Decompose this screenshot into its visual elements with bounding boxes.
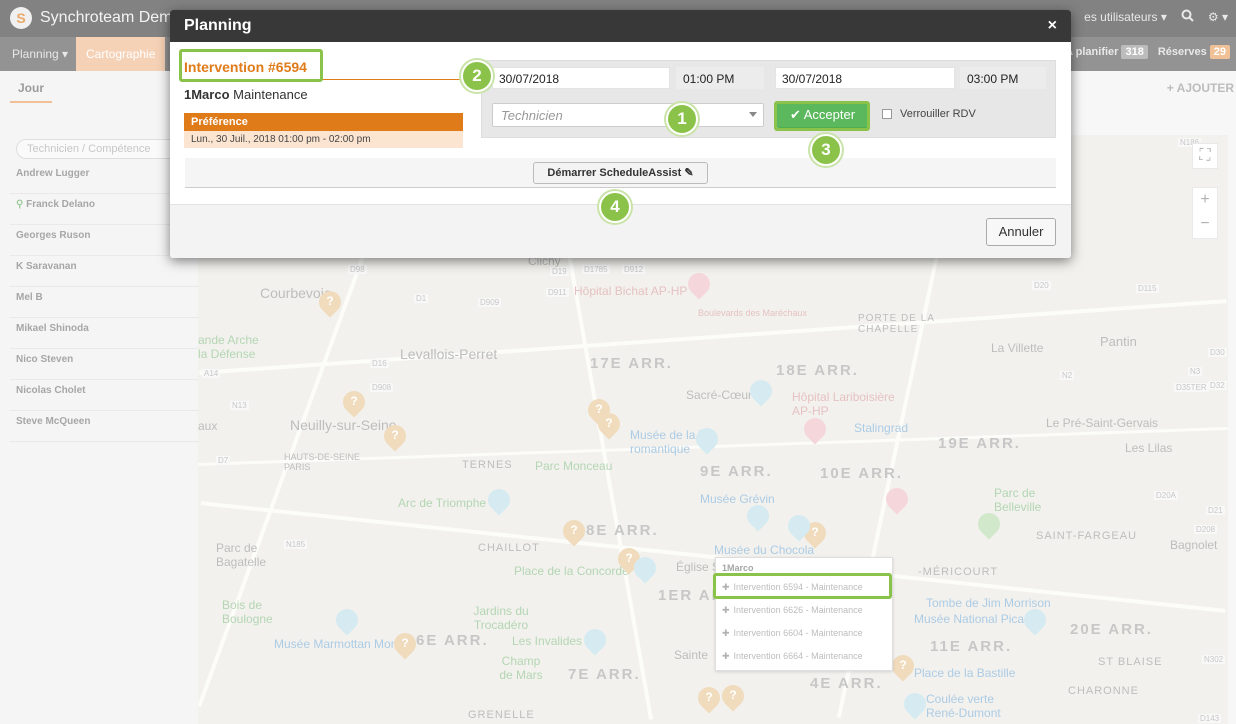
close-icon[interactable]: ×: [1048, 17, 1057, 35]
client-name: 1Marco: [184, 87, 230, 102]
start-time-input[interactable]: 01:00 PM: [676, 67, 764, 89]
technician-select[interactable]: Technicien: [492, 103, 764, 127]
cancel-button[interactable]: Annuler: [986, 218, 1056, 246]
lock-checkbox[interactable]: [882, 109, 892, 119]
intervention-client: 1Marco Maintenance: [184, 87, 308, 102]
scheduleassist-label: Démarrer ScheduleAssist: [547, 167, 682, 179]
scheduleassist-bar: Démarrer ScheduleAssist ✎: [185, 158, 1056, 188]
end-date-input[interactable]: 30/07/2018: [775, 67, 955, 89]
modal-header: Planning ×: [170, 10, 1071, 42]
callout-4: 4: [599, 191, 631, 223]
technician-select-placeholder: Technicien: [501, 108, 563, 123]
lock-label: Verrouiller RDV: [900, 108, 976, 120]
preference-value: Lun., 30 Juil., 2018 01:00 pm - 02:00 pm: [184, 131, 463, 148]
modal-title: Planning: [184, 17, 252, 34]
magic-wand-icon: ✎: [684, 167, 694, 179]
highlight-popup-row: [713, 573, 892, 599]
highlight-intervention-title: [179, 49, 323, 82]
preference-box: Préférence Lun., 30 Juil., 2018 01:00 pm…: [184, 113, 463, 148]
end-time-input[interactable]: 03:00 PM: [960, 67, 1046, 89]
callout-1: 1: [666, 103, 698, 135]
intervention-type: Maintenance: [233, 87, 308, 102]
preference-label: Préférence: [184, 113, 463, 131]
callout-3: 3: [810, 134, 842, 166]
lock-appointment[interactable]: Verrouiller RDV: [882, 108, 976, 120]
chevron-down-icon: [749, 112, 757, 117]
start-date-input[interactable]: 30/07/2018: [492, 67, 670, 89]
scheduleassist-button[interactable]: Démarrer ScheduleAssist ✎: [533, 162, 708, 184]
callout-2: 2: [461, 60, 493, 92]
scheduling-panel: 30/07/2018 01:00 PM 30/07/2018 03:00 PM …: [481, 60, 1056, 138]
highlight-accept-button: [774, 101, 870, 131]
